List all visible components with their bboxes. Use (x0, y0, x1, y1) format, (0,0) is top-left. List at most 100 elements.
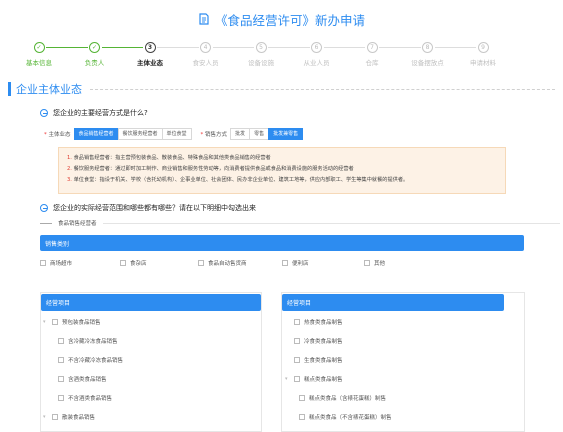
business-item[interactable]: ▾ 糕点类食品制售 (285, 375, 343, 383)
question-business-mode: 您企业的主要经营方式是什么? (40, 108, 148, 118)
page-title-text: 《食品经营许可》新办申请 (214, 12, 365, 28)
progress-stepper: ✓ 基本信息 ✓ 负责人 3 主体业态 4 食安人员 5 设备设施 6 从业人员 7 仓库 8 设备摆放点 9 申… (14, 42, 496, 70)
step-9: 9 申请材料 (458, 42, 508, 67)
step-label: 主体业态 (137, 59, 163, 67)
checkbox-label: 预包装食品销售 (62, 320, 101, 326)
document-icon (199, 13, 209, 25)
step-1: ✓ 基本信息 (14, 42, 64, 67)
sales-method-option[interactable]: 零售 (249, 127, 270, 140)
checkbox[interactable] (58, 338, 64, 344)
checkbox[interactable] (40, 260, 46, 266)
business-right-title: 经营项目 (287, 300, 312, 307)
step-7: 7 仓库 (347, 42, 397, 67)
step-number: 4 (200, 42, 211, 53)
business-item[interactable]: 不含酒类食品销售 (58, 394, 112, 402)
notice-line: 3. 单位食堂：指设于机关、学校（含托幼机构）、企事业单位、社会团体、民办非企业… (67, 177, 409, 183)
business-item[interactable]: ▾ 散装食品销售 (43, 413, 95, 421)
business-form-row: * 主体业态 食品销售经营者 餐饮服务经营者 单位食堂 * 销售方式 批发 零售 批发兼… (44, 127, 304, 140)
business-left-header: 经营项目 (41, 294, 261, 311)
check-icon: ✓ (33, 42, 45, 53)
checkbox[interactable] (52, 414, 58, 420)
step-number: 8 (422, 42, 433, 53)
checkbox[interactable] (198, 260, 204, 266)
section-accent-bar (8, 82, 11, 96)
checkbox[interactable] (294, 357, 300, 363)
business-item[interactable]: ▾ 预包装食品销售 (43, 318, 101, 326)
checkbox-label: 含冷藏冷冻食品销售 (68, 339, 118, 345)
business-item[interactable]: 生食类食品制售 (285, 356, 343, 364)
business-item[interactable]: 糕点类食品（含裱花蛋糕）制售 (299, 394, 386, 402)
category-divider: 食品销售经营者 (40, 218, 560, 228)
checkbox-label: 生食类食品制售 (304, 358, 343, 364)
sales-method-option[interactable]: 批发兼零售 (268, 127, 304, 140)
section-header: 企业主体业态 (8, 80, 555, 98)
step-number: 6 (311, 42, 322, 53)
body-type-label: * 主体业态 (44, 131, 71, 138)
checkbox[interactable] (294, 319, 300, 325)
step-label: 仓库 (365, 59, 379, 67)
business-item[interactable]: 不含冷藏冷冻食品销售 (58, 356, 123, 364)
step-4: 4 食安人员 (181, 42, 231, 67)
notice-line: 2. 餐饮服务经营者：通过即时加工制作、商业销售和服务性劳动等，向消费者提供食品… (67, 166, 354, 172)
checkbox-label: 便利店 (292, 261, 309, 267)
business-item[interactable]: 含酒类食品销售 (58, 375, 107, 383)
sales-category-item[interactable]: 其他 (364, 259, 385, 267)
body-type-group: 食品销售经营者 餐饮服务经营者 单位食堂 (73, 127, 192, 140)
chevron-down-icon[interactable]: ▾ (43, 319, 48, 325)
chevron-down-icon[interactable]: ▾ (43, 414, 48, 420)
sales-category-item[interactable]: 便利店 (282, 259, 309, 267)
checkbox[interactable] (58, 357, 64, 363)
checkbox[interactable] (294, 376, 300, 382)
sales-method-group: 批发 零售 批发兼零售 (230, 127, 304, 140)
checkbox-label: 糕点类食品（不含裱花蛋糕）制售 (309, 415, 392, 421)
page: 《食品经营许可》新办申请 ✓ 基本信息 ✓ 负责人 3 主体业态 4 食安人员 5 设备设施 6 从业… (0, 0, 563, 432)
checkbox-label: 其他 (374, 261, 386, 267)
business-item[interactable]: 糕点类食品（不含裱花蛋糕）制售 (299, 413, 392, 421)
checkbox-label: 热食类食品制售 (304, 320, 343, 326)
checkbox[interactable] (364, 260, 370, 266)
checkbox[interactable] (294, 338, 300, 344)
checkbox[interactable] (299, 414, 305, 420)
notice-line: 1. 食品销售经营者：指主营预包装食品、散装食品、特殊食品和其他类食品销售的经营… (67, 155, 271, 161)
sales-category-title: 销售类别 (45, 240, 70, 248)
question-text: 您企业的主要经营方式是什么? (53, 109, 148, 117)
business-left-title: 经营项目 (46, 300, 71, 307)
step-label: 设备摆放点 (411, 59, 444, 67)
chat-icon (40, 109, 48, 117)
body-type-option[interactable]: 餐饮服务经营者 (117, 127, 163, 140)
step-number: 5 (255, 42, 267, 53)
sales-category-item[interactable]: 食杂店 (120, 259, 147, 267)
checkbox[interactable] (120, 260, 126, 266)
sales-method-label: * 销售方式 (200, 131, 228, 138)
chevron-down-icon[interactable]: ▾ (285, 376, 290, 382)
business-item[interactable]: 含冷藏冷冻食品销售 (58, 337, 118, 345)
step-label: 设备设施 (248, 59, 274, 67)
step-8: 8 设备摆放点 (403, 42, 453, 67)
sales-category-item[interactable]: 商场超市 (40, 259, 72, 267)
step-number: 7 (366, 42, 378, 53)
sales-category-item[interactable]: 食品自动售货商 (198, 259, 247, 267)
body-type-option[interactable]: 单位食堂 (161, 127, 192, 140)
step-2: ✓ 负责人 (70, 42, 120, 67)
step-6: 6 从业人员 (292, 42, 342, 67)
business-item[interactable]: 热食类食品制售 (285, 318, 343, 326)
step-label: 申请材料 (470, 59, 496, 67)
checkbox[interactable] (52, 319, 58, 325)
checkbox[interactable] (282, 260, 288, 266)
checkbox[interactable] (58, 376, 64, 382)
question-text: 您企业的实际经营范围和哪些都有哪些？请在以下明细中勾选出来 (53, 204, 256, 212)
step-number: 9 (477, 42, 489, 53)
business-item[interactable]: 冷食类食品制售 (285, 337, 343, 345)
checkbox-label: 糕点类食品（含裱花蛋糕）制售 (309, 396, 387, 402)
body-type-option[interactable]: 食品销售经营者 (73, 127, 119, 140)
checkbox-label: 含酒类食品销售 (68, 377, 107, 383)
step-label: 从业人员 (303, 59, 330, 67)
step-number: 3 (144, 42, 156, 53)
check-icon: ✓ (89, 42, 100, 53)
step-label: 基本信息 (26, 59, 52, 67)
checkbox-label: 不含冷藏冷冻食品销售 (68, 358, 124, 364)
section-divider (90, 88, 555, 90)
checkbox[interactable] (58, 395, 64, 401)
sales-method-option[interactable]: 批发 (230, 127, 251, 140)
checkbox[interactable] (299, 395, 305, 401)
